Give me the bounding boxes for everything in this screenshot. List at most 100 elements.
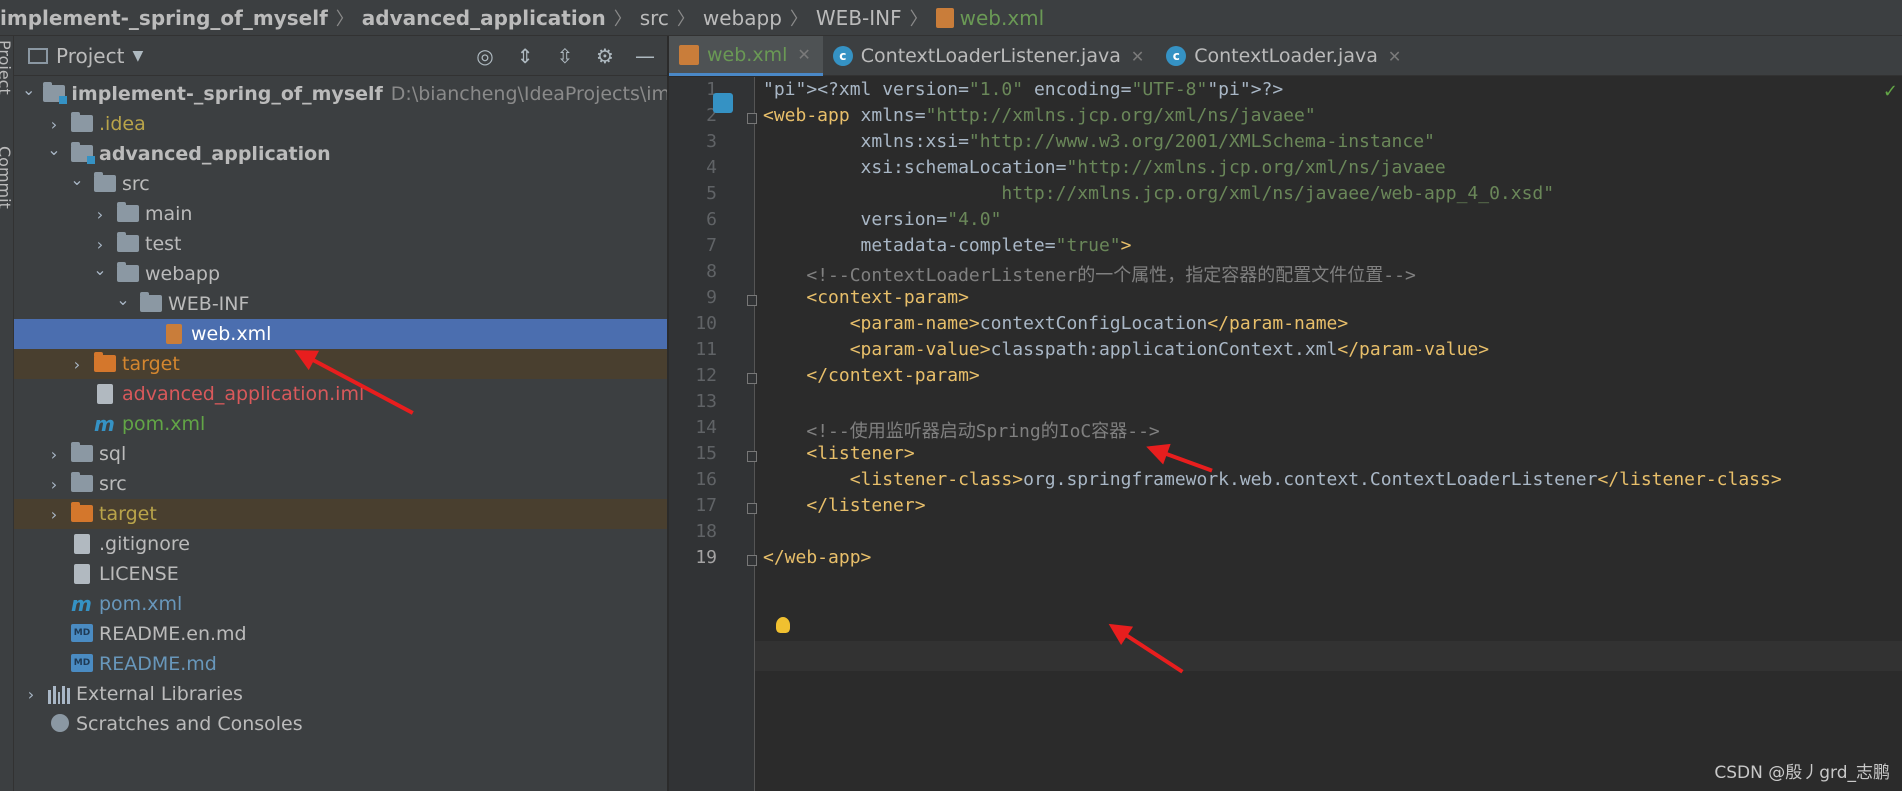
tree-row[interactable]: ⌄ advanced_application (14, 139, 667, 169)
markdown-icon: MD (71, 624, 93, 644)
folder-icon (94, 172, 116, 194)
tree-row[interactable]: › main (14, 199, 667, 229)
tree-item-label: main (145, 203, 193, 225)
minimize-icon[interactable]: — (629, 40, 661, 72)
fold-icon[interactable] (747, 373, 757, 384)
close-icon[interactable]: ✕ (1388, 47, 1401, 66)
tree-row[interactable]: ⌄ src (14, 169, 667, 199)
expand-all-icon[interactable]: ⇕ (509, 40, 541, 72)
chevron-down-icon[interactable]: ⌄ (91, 260, 109, 279)
fold-icon[interactable] (747, 295, 757, 306)
breadcrumb-item[interactable]: web.xml (960, 6, 1045, 30)
folder-icon (117, 202, 139, 224)
line-number: 17 (695, 495, 717, 516)
chevron-down-icon[interactable]: ⌄ (68, 170, 86, 189)
code-line: <context-param> (806, 287, 969, 308)
tree-item-label: implement-_spring_of_myself (71, 83, 383, 105)
tree-row[interactable]: Scratches and Consoles (14, 709, 667, 739)
tree-item-label: advanced_application.iml (122, 383, 365, 405)
tree-item-label: target (122, 353, 180, 375)
chevron-right-icon[interactable]: › (45, 115, 63, 134)
chevron-down-icon[interactable]: ▼ (132, 48, 143, 64)
close-icon[interactable]: ✕ (1131, 47, 1144, 66)
close-icon[interactable]: ✕ (797, 45, 810, 64)
tab-web-xml[interactable]: web.xml ✕ (669, 36, 823, 76)
module-folder-icon (71, 142, 95, 164)
collapse-all-icon[interactable]: ⇳ (549, 40, 581, 72)
lightbulb-icon[interactable] (776, 617, 790, 633)
code-line: <param-value>classpath:applicationContex… (849, 339, 1490, 360)
tree-item-label: README.md (99, 653, 217, 675)
tree-row[interactable]: ⌄ implement-_spring_of_myself D:\biancheng… (14, 79, 667, 109)
xml-file-icon (163, 324, 185, 344)
folder-icon (140, 292, 162, 314)
tab-label: web.xml (707, 43, 788, 66)
tree-row[interactable]: MD README.en.md (14, 619, 667, 649)
tree-row[interactable]: › External Libraries (14, 679, 667, 709)
code-editor[interactable]: 1 2 3 4 5 6 7 8 9 10 11 12 13 14 15 16 17 18 19 ✓ "pi"><?x… (669, 77, 1902, 791)
line-number: 1 (706, 79, 717, 100)
module-folder-icon (43, 82, 68, 104)
locate-icon[interactable]: ◎ (469, 40, 501, 72)
fold-icon[interactable] (747, 503, 757, 514)
tree-row[interactable]: › target (14, 499, 667, 529)
tree-row[interactable]: .gitignore (14, 529, 667, 559)
implementation-marker-icon[interactable] (713, 93, 733, 113)
tree-row[interactable]: › .idea (14, 109, 667, 139)
tree-row[interactable]: advanced_application.iml (14, 379, 667, 409)
tree-item-label: webapp (145, 263, 221, 285)
code-line: <!--ContextLoaderListener的一个属性，指定容器的配置文件… (806, 265, 1416, 286)
breadcrumb-item[interactable]: advanced_application (362, 6, 606, 30)
tree-row[interactable]: › test (14, 229, 667, 259)
fold-icon[interactable] (747, 451, 757, 462)
fold-icon[interactable] (747, 555, 757, 566)
chevron-right-icon[interactable]: › (45, 475, 63, 494)
chevron-right-icon[interactable]: › (22, 685, 40, 704)
tab-context-loader[interactable]: c ContextLoader.java ✕ (1156, 36, 1413, 76)
text-file-icon (71, 564, 93, 584)
tree-row[interactable]: › src (14, 469, 667, 499)
chevron-down-icon[interactable]: ⌄ (114, 290, 132, 309)
fold-icon[interactable] (747, 113, 757, 124)
chevron-right-icon[interactable]: › (45, 445, 63, 464)
project-view-icon (28, 47, 48, 64)
tree-row[interactable]: LICENSE (14, 559, 667, 589)
gear-icon[interactable]: ⚙ (589, 40, 621, 72)
line-number: 7 (706, 235, 717, 256)
chevron-right-icon[interactable]: › (91, 235, 109, 254)
line-number: 13 (695, 391, 717, 412)
stripe-tab-project[interactable]: Project (0, 40, 13, 95)
code-line: http://xmlns.jcp.org/xml/ns/javaee/web-a… (763, 183, 1555, 204)
tree-item-label: target (99, 503, 157, 525)
breadcrumb-item[interactable]: src (640, 6, 669, 30)
tab-context-loader-listener[interactable]: c ContextLoaderListener.java ✕ (823, 36, 1156, 76)
chevron-right-icon[interactable]: › (68, 355, 86, 374)
folder-icon (71, 112, 93, 134)
inspection-ok-icon[interactable]: ✓ (1883, 81, 1898, 102)
breadcrumb-item[interactable]: implement-_spring_of_myself (0, 6, 328, 30)
editor-gutter: 1 2 3 4 5 6 7 8 9 10 11 12 13 14 15 16 17 18 19 (669, 77, 755, 791)
breadcrumb-item[interactable]: WEB-INF (816, 6, 902, 30)
folder-icon (117, 262, 139, 284)
code-line: <!--使用监听器启动Spring的IoC容器--> (806, 421, 1160, 442)
chevron-right-icon[interactable]: › (91, 205, 109, 224)
tree-row[interactable]: ⌄ webapp (14, 259, 667, 289)
chevron-down-icon[interactable]: ⌄ (22, 80, 35, 99)
project-panel-title[interactable]: Project (56, 44, 124, 68)
code-line: xsi:schemaLocation="http://xmlns.jcp.org… (763, 157, 1446, 178)
stripe-tab-commit[interactable]: Commit (0, 146, 13, 209)
breadcrumb-item[interactable]: webapp (703, 6, 782, 30)
tree-row[interactable]: ⌄ WEB-INF (14, 289, 667, 319)
line-number: 18 (695, 521, 717, 542)
tree-row[interactable]: m pom.xml (14, 409, 667, 439)
tree-row[interactable]: › sql (14, 439, 667, 469)
tree-row[interactable]: MD README.md (14, 649, 667, 679)
chevron-right-icon[interactable]: › (45, 505, 63, 524)
class-icon: c (832, 46, 853, 66)
chevron-down-icon[interactable]: ⌄ (45, 140, 63, 159)
code-line: </listener> (806, 495, 926, 516)
code-line: <param-name>contextConfigLocation</param… (849, 313, 1349, 334)
tree-row[interactable]: m pom.xml (14, 589, 667, 619)
folder-icon (71, 472, 93, 494)
tree-row[interactable]: web.xml (14, 319, 667, 349)
